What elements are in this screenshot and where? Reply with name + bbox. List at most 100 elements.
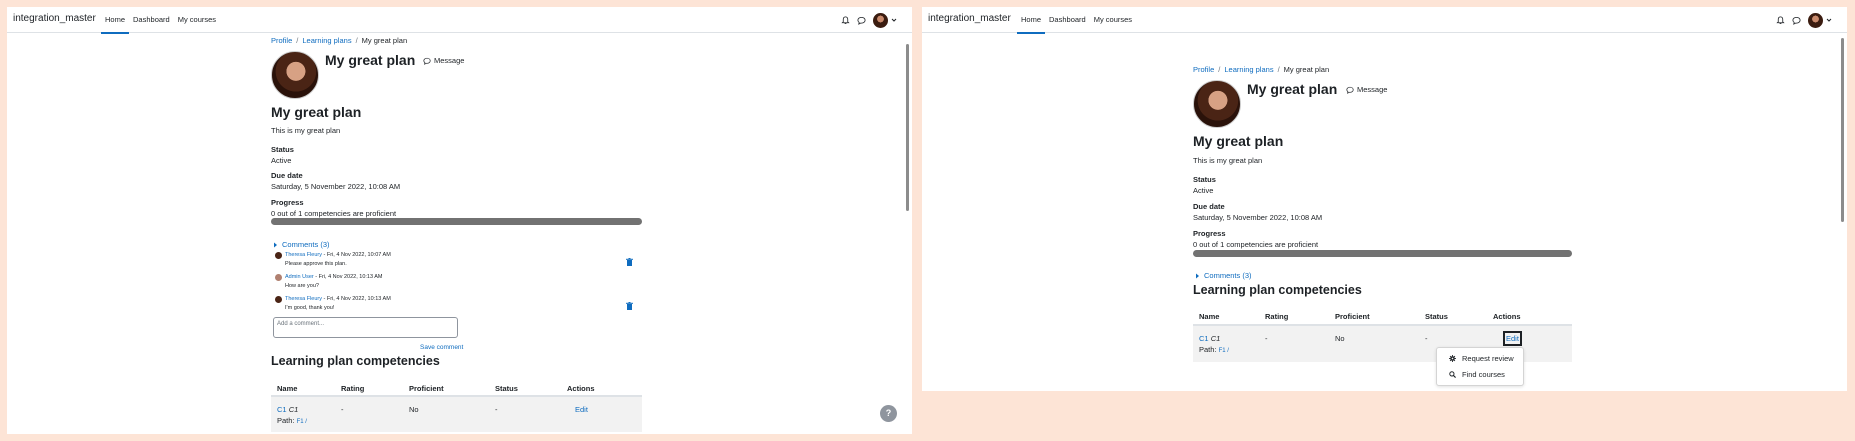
scrollbar[interactable] <box>1841 38 1844 222</box>
plan-title: My great plan <box>1193 133 1284 149</box>
progress-text: 0 out of 1 competencies are proficient <box>1193 240 1319 249</box>
column-header-proficient: Proficient <box>409 384 444 393</box>
comment-item: Theresa Fleury - Fri, 4 Nov 2022, 10:07 … <box>275 252 391 267</box>
competency-path: Path: F1 / <box>1199 345 1229 354</box>
plan-description: This is my great plan <box>271 126 341 135</box>
chat-icon[interactable] <box>857 16 866 25</box>
message-button[interactable]: Message <box>1346 85 1387 94</box>
competency-rating: - <box>1265 334 1268 343</box>
nav-dashboard[interactable]: Dashboard <box>129 7 174 33</box>
chat-icon <box>423 57 431 65</box>
plan-description: This is my great plan <box>1193 156 1263 165</box>
user-menu[interactable] <box>873 12 897 28</box>
status-value: Active <box>271 156 292 165</box>
site-name[interactable]: integration_master <box>928 13 1011 24</box>
user-menu[interactable] <box>1808 12 1832 28</box>
save-comment-link[interactable]: Save comment <box>420 344 463 351</box>
comment-text: How are you? <box>285 283 319 289</box>
competency-link[interactable]: C1 <box>277 405 287 414</box>
nav-my-courses[interactable]: My courses <box>1090 7 1136 33</box>
due-date-label: Due date <box>271 171 303 180</box>
avatar <box>275 252 282 259</box>
nav-home[interactable]: Home <box>1017 7 1046 34</box>
breadcrumb-learning-plans[interactable]: Learning plans <box>302 36 351 45</box>
site-name[interactable]: integration_master <box>13 13 96 24</box>
edit-menu-button[interactable]: Edit <box>1503 331 1522 346</box>
left-browser-window: integration_master Home Dashboard My cou… <box>7 7 912 434</box>
progress-bar <box>1193 250 1572 257</box>
search-icon <box>1449 371 1456 378</box>
progress-label: Progress <box>271 198 304 207</box>
comment-item: Theresa Fleury - Fri, 4 Nov 2022, 10:13 … <box>275 296 391 311</box>
competency-status: - <box>495 405 498 414</box>
menu-item-label: Find courses <box>1462 370 1505 379</box>
column-header-rating: Rating <box>1265 312 1289 321</box>
page-title: My great plan <box>325 52 416 68</box>
comment-author[interactable]: Admin User <box>285 274 314 280</box>
nav-home[interactable]: Home <box>101 7 130 34</box>
path-label: Path: <box>277 416 295 425</box>
cog-icon <box>1449 355 1456 362</box>
status-value: Active <box>1193 186 1214 195</box>
breadcrumb-profile[interactable]: Profile <box>271 36 292 45</box>
avatar <box>275 274 282 281</box>
path-link[interactable]: F1 / <box>297 419 307 425</box>
scrollbar[interactable] <box>906 44 909 211</box>
comments-toggle[interactable]: Comments (3) <box>273 240 330 249</box>
comment-input[interactable]: Add a comment... <box>273 317 458 338</box>
caret-right-icon <box>1196 273 1199 278</box>
comment-item: Admin User - Fri, 4 Nov 2022, 10:13 AM H… <box>275 274 383 289</box>
bell-icon[interactable] <box>1776 15 1785 25</box>
help-button[interactable]: ? <box>880 405 897 422</box>
competency-path: Path: F1 / <box>277 416 307 425</box>
primary-nav: Home Dashboard My courses <box>101 7 220 34</box>
nav-dashboard[interactable]: Dashboard <box>1045 7 1090 33</box>
table-header: Name Rating Proficient Status Actions <box>271 379 642 397</box>
nav-my-courses[interactable]: My courses <box>174 7 220 33</box>
trash-icon[interactable] <box>626 253 633 271</box>
due-date-value: Saturday, 5 November 2022, 10:08 AM <box>271 182 401 191</box>
bell-icon[interactable] <box>841 15 850 25</box>
user-picture <box>271 51 319 99</box>
navbar: integration_master Home Dashboard My cou… <box>922 7 1847 34</box>
comment-date: - Fri, 4 Nov 2022, 10:07 AM <box>322 252 391 258</box>
competency-shortname: C1 <box>1210 334 1221 343</box>
competency-proficient: No <box>1335 334 1345 343</box>
comments-toggle[interactable]: Comments (3) <box>1195 271 1252 280</box>
navbar: integration_master Home Dashboard My cou… <box>7 7 912 34</box>
table-header: Name Rating Proficient Status Actions <box>1193 307 1572 326</box>
breadcrumb-learning-plans[interactable]: Learning plans <box>1224 65 1273 74</box>
avatar <box>1808 12 1823 28</box>
chat-icon[interactable] <box>1792 16 1801 25</box>
column-header-name: Name <box>277 384 298 393</box>
column-header-actions: Actions <box>1493 312 1521 321</box>
comment-author[interactable]: Theresa Fleury <box>285 252 322 258</box>
breadcrumb-profile[interactable]: Profile <box>1193 65 1214 74</box>
breadcrumb: Profile / Learning plans / My great plan <box>271 36 408 45</box>
competency-link[interactable]: C1 <box>1199 334 1209 343</box>
plan-title: My great plan <box>271 104 362 120</box>
comment-author[interactable]: Theresa Fleury <box>285 296 322 302</box>
competency-status: - <box>1425 334 1428 343</box>
chevron-down-icon <box>1826 18 1832 22</box>
message-label: Message <box>434 56 465 65</box>
comment-text: I'm good, thank you! <box>285 305 335 311</box>
competencies-title: Learning plan competencies <box>1193 283 1362 297</box>
comments-toggle-label: Comments (3) <box>282 240 330 249</box>
edit-menu-button[interactable]: Edit <box>575 405 588 414</box>
menu-item-find-courses[interactable]: Find courses <box>1449 370 1505 379</box>
competency-rating: - <box>341 405 344 414</box>
caret-right-icon <box>274 242 277 247</box>
menu-item-request-review[interactable]: Request review <box>1449 354 1514 363</box>
competency-name: C1 C1 <box>1199 334 1220 343</box>
column-header-proficient: Proficient <box>1335 312 1370 321</box>
progress-text: 0 out of 1 competencies are proficient <box>271 209 397 218</box>
page-title: My great plan <box>1247 81 1338 97</box>
message-button[interactable]: Message <box>423 56 464 65</box>
path-link[interactable]: F1 / <box>1219 348 1229 354</box>
due-date-label: Due date <box>1193 202 1225 211</box>
comment-date: - Fri, 4 Nov 2022, 10:13 AM <box>322 296 391 302</box>
breadcrumb-current: My great plan <box>1283 65 1330 74</box>
trash-icon[interactable] <box>626 297 633 315</box>
avatar <box>873 12 888 28</box>
